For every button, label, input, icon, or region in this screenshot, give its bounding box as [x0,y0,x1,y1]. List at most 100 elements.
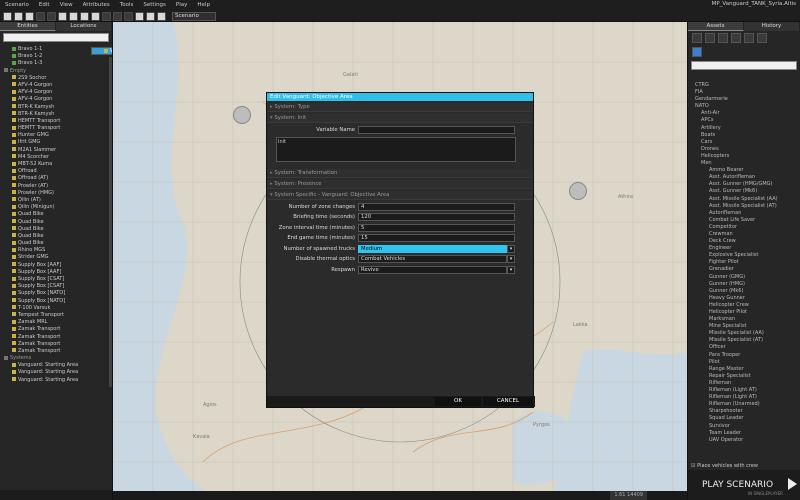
asset-item[interactable]: Missile Specialist (AA) [691,330,797,337]
asset-item[interactable]: Cars [691,139,797,146]
asset-item[interactable]: Sharpshooter [691,408,797,415]
asset-item[interactable]: Squad Leader [691,415,797,422]
asset-item[interactable]: Gunner (HMG) [691,281,797,288]
asset-item[interactable]: APCs [691,117,797,124]
asset-item[interactable]: Asst. Gunner (HMG/GMG) [691,181,797,188]
entity-item[interactable]: Offroad [0,168,112,175]
asset-item[interactable]: Asst. Gunner (Mk6) [691,188,797,195]
grid-icon[interactable] [102,11,111,21]
entity-item[interactable]: BTR-K Kamysh [0,111,112,118]
entity-item[interactable]: Supply Box [NATO] [0,290,112,297]
entity-item[interactable]: HEMTT Transport [0,118,112,125]
zone-changes-input[interactable]: 4 [358,202,515,211]
section-system-presence[interactable]: System: Presence [267,179,533,189]
cancel-button[interactable]: CANCEL [483,397,533,406]
asset-item[interactable]: Range Master [691,366,797,373]
end-game-time-input[interactable]: 15 [358,234,515,242]
asset-item[interactable]: FIA [691,89,797,96]
entity-item[interactable]: Quad Bike [0,226,112,233]
asset-item[interactable]: Deck Crew [691,238,797,245]
entity-item[interactable]: Qilin (Minigun) [0,204,112,211]
menu-view[interactable]: View [55,2,78,8]
waypoints-icon[interactable] [744,33,754,43]
asset-item[interactable]: Rifleman [691,380,797,387]
asset-item[interactable]: Boats [691,132,797,139]
tab-locations[interactable]: Locations [56,22,112,31]
move-icon[interactable] [69,11,78,21]
play-icon[interactable] [788,478,797,490]
asset-item[interactable]: Grenadier [691,266,797,273]
terrain-icon[interactable] [146,11,155,21]
asset-item[interactable]: Survivor [691,423,797,430]
asset-item[interactable]: Rifleman (Unarmed) [691,401,797,408]
asset-item[interactable]: Missile Specialist (AT) [691,337,797,344]
asset-item[interactable]: Artillery [691,125,797,132]
entity-item[interactable]: Supply Box [NATO] [0,298,112,305]
entity-item[interactable]: Quad Bike [0,240,112,247]
section-system-transformation[interactable]: System: Transformation [267,168,533,178]
asset-item[interactable]: Helicopter Pilot [691,309,797,316]
entity-item[interactable]: M2A1 Slammer [0,147,112,154]
entity-item[interactable]: Strider GMG [0,254,112,261]
entity-item[interactable]: Zamak Transport [0,341,112,348]
entities-scrollbar[interactable] [109,57,112,387]
asset-item[interactable]: Gunner (Mk6) [691,288,797,295]
tab-assets[interactable]: Assets [688,22,744,31]
menu-play[interactable]: Play [171,2,192,8]
asset-item[interactable]: Men [691,160,797,167]
section-system-type[interactable]: System: Type [267,103,533,112]
entity-item[interactable]: BTR-K Kamysh [0,104,112,111]
asset-item[interactable]: Officer [691,344,797,351]
menu-scenario[interactable]: Scenario [0,2,34,8]
entity-item[interactable]: Quad Bike [0,211,112,218]
entity-item[interactable]: T-100 Varsuk [0,305,112,312]
asset-item[interactable]: Marksman [691,316,797,323]
entity-item[interactable]: Prowler (HMG) [0,190,112,197]
chevron-down-icon[interactable]: ▾ [507,244,515,253]
save-icon[interactable] [25,11,34,21]
asset-item[interactable]: Autorifleman [691,210,797,217]
asset-item[interactable]: Asst. Missile Specialist (AA) [691,196,797,203]
starting-area-marker-icon[interactable] [569,182,587,200]
entity-item[interactable]: Supply Box [CSAT] [0,283,112,290]
entity-item[interactable]: Zamak Transport [0,348,112,355]
entity-item[interactable]: Supply Box [AAF] [0,269,112,276]
entity-item[interactable]: Tempest Transport [0,312,112,319]
undo-icon[interactable] [36,11,45,21]
entity-item[interactable]: Supply Box [CSAT] [0,276,112,283]
units-icon[interactable] [692,33,702,43]
play-scenario-button[interactable]: PLAY SCENARIO [702,480,773,490]
asset-item[interactable]: Helicopter Crew [691,302,797,309]
entity-item[interactable]: Zamak MRL [0,319,112,326]
variable-name-input[interactable] [358,126,515,134]
entity-item[interactable]: AFV-4 Gorgon [0,96,112,103]
rotate-icon[interactable] [80,11,89,21]
entity-item[interactable]: AFV-4 Gorgon [0,82,112,89]
entity-item[interactable]: Rhino MGS [0,247,112,254]
asset-item[interactable]: Explosive Specialist [691,252,797,259]
scenario-dropdown[interactable]: Scenario [172,11,216,21]
respawn-select[interactable]: Revive [358,265,507,274]
entity-item[interactable]: Qilin (AT) [0,197,112,204]
weather-icon[interactable] [157,11,166,21]
ok-button[interactable]: OK [435,397,481,406]
section-system-init[interactable]: System: Init [267,114,533,123]
init-textarea[interactable]: Init [276,136,516,162]
entity-item[interactable]: HEMTT Transport [0,125,112,132]
select-icon[interactable] [58,11,67,21]
entity-item[interactable]: Prowler (AT) [0,183,112,190]
asset-item[interactable]: Competitor [691,224,797,231]
section-system-specific[interactable]: System Specific - Vanguard: Objective Ar… [267,190,533,200]
asset-item[interactable]: Asst. Autorifleman [691,174,797,181]
snap-icon[interactable] [113,11,122,21]
asset-item[interactable]: Gunner (GMG) [691,274,797,281]
entity-item[interactable]: Quad Bike [0,233,112,240]
asset-item[interactable]: Rifleman (Light AT) [691,394,797,401]
asset-item[interactable]: Ammo Bearer [691,167,797,174]
redo-icon[interactable] [47,11,56,21]
asset-item[interactable]: Combat Life Saver [691,217,797,224]
zone-interval-input[interactable]: 5 [358,223,515,232]
asset-item[interactable]: Helicopters [691,153,797,160]
menu-settings[interactable]: Settings [138,2,171,8]
menu-edit[interactable]: Edit [34,2,55,8]
